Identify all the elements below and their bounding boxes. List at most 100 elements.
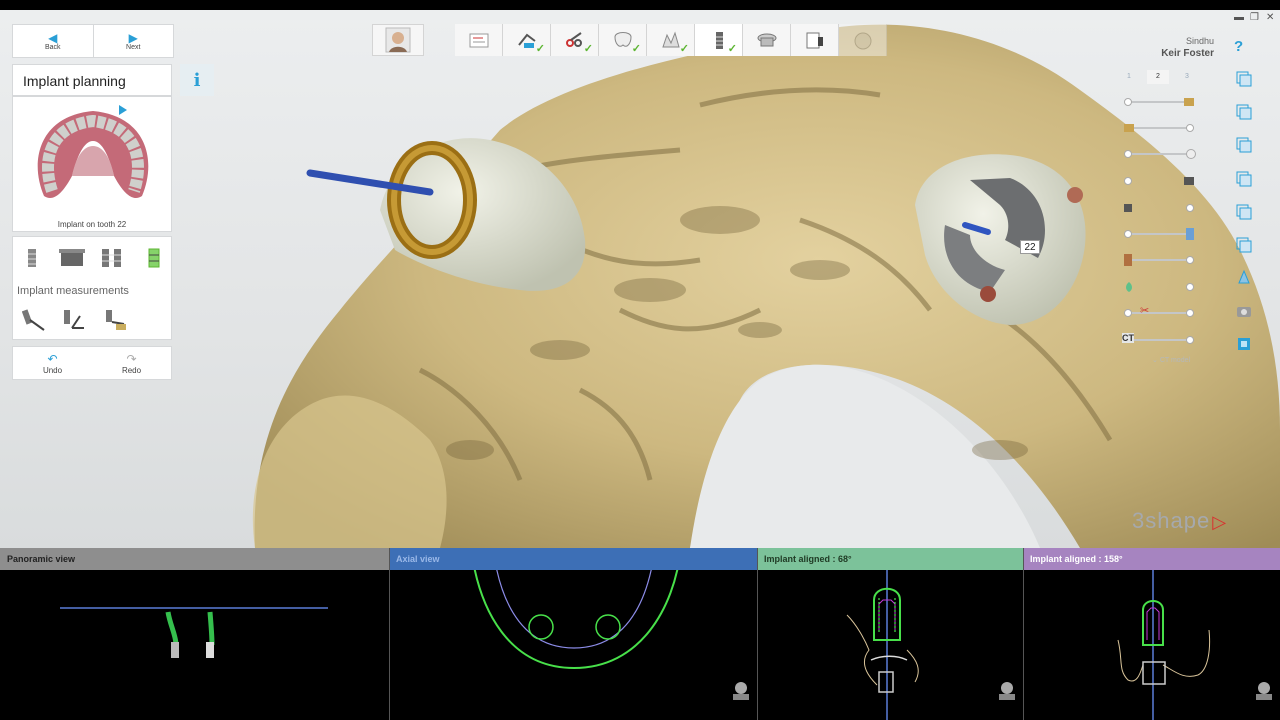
implant-aligned-158-title: Implant aligned : 158° — [1030, 554, 1123, 564]
axial-view-title: Axial view — [396, 554, 440, 564]
next-label: Next — [126, 43, 141, 51]
panoramic-view-header[interactable]: Panoramic view — [0, 548, 389, 570]
implant-select-icon[interactable] — [19, 245, 45, 271]
redo-button[interactable]: ↷ Redo — [92, 347, 171, 379]
minimize-icon[interactable]: ▬ — [1234, 12, 1244, 23]
chevron-down-icon: ⌄ — [1152, 357, 1158, 364]
info-button[interactable]: i — [180, 64, 214, 96]
slider-guide[interactable] — [1122, 227, 1198, 241]
scissors-icon: ✂ — [1140, 305, 1150, 317]
patient-face-icon — [385, 27, 411, 53]
slider-gum[interactable] — [1122, 174, 1198, 188]
gum-icon — [1184, 177, 1194, 185]
slider-nerve[interactable] — [1122, 280, 1198, 294]
ct-label: CT — [1122, 333, 1134, 343]
slider-crown[interactable] — [1122, 147, 1198, 161]
axial-orientation-icon[interactable] — [733, 682, 749, 700]
panel-title: Implant planning — [12, 64, 172, 96]
distance-measure-icon[interactable] — [21, 307, 47, 333]
back-button[interactable]: ◀ Back — [13, 25, 93, 57]
slider-cut[interactable]: ✂ — [1122, 305, 1198, 320]
wizard-navigation: ◀ Back ▶ Next — [12, 24, 174, 58]
sleeve-icon — [1124, 204, 1132, 212]
implant-measurements-label: Implant measurements — [17, 285, 129, 297]
axial-view[interactable] — [389, 570, 757, 720]
patient-name: Keir Foster — [1161, 48, 1214, 59]
angle-measure-icon[interactable] — [61, 307, 87, 333]
page-tab-3[interactable]: 3 — [1176, 70, 1198, 84]
ct-model-toggle[interactable]: ⌄ CT model — [1152, 356, 1190, 364]
back-label: Back — [44, 43, 61, 51]
implant-aligned-158-view[interactable] — [1023, 570, 1280, 720]
view-front-icon[interactable] — [1235, 70, 1253, 88]
workflow-step-3[interactable]: ✓ — [551, 24, 599, 56]
prescription-icon — [469, 33, 488, 48]
slider-implant[interactable] — [1122, 95, 1198, 109]
next-button[interactable]: ▶ Next — [92, 25, 174, 57]
undo-redo-card: ↶ Undo ↷ Redo — [12, 346, 172, 380]
bone-model-icon — [1124, 254, 1132, 266]
workflow-step-1[interactable] — [455, 24, 503, 56]
workflow-toolbar: ✓ ✓ ✓ ✓ ✓ — [455, 24, 887, 56]
view-back-icon[interactable] — [1235, 103, 1253, 121]
bone-measure-icon[interactable] — [103, 307, 129, 333]
window-top-strip — [0, 0, 1280, 10]
implant-aligned-68-title: Implant aligned : 68° — [764, 554, 852, 564]
restore-icon[interactable]: ❐ — [1250, 12, 1259, 23]
implant-highlight-icon[interactable] — [141, 245, 167, 271]
slider-abutment[interactable] — [1122, 121, 1198, 135]
aligned-158-orientation-icon[interactable] — [1256, 682, 1272, 700]
implant-model-icon — [1184, 98, 1194, 106]
axial-view-header[interactable]: Axial view — [389, 548, 757, 570]
jaw-thumbnail[interactable] — [14, 101, 172, 211]
redo-icon: ↷ — [126, 351, 137, 366]
checkmark-icon: ✓ — [535, 43, 545, 55]
thumbnail-arrow-icon[interactable] — [119, 105, 127, 115]
drill-report-icon — [806, 32, 823, 49]
view-top-icon[interactable] — [1235, 203, 1253, 221]
multi-implant-icon[interactable] — [99, 245, 125, 271]
panoramic-view[interactable] — [0, 570, 389, 720]
checkmark-icon: ✓ — [727, 43, 737, 55]
help-button[interactable]: ? — [1234, 38, 1243, 55]
arrow-left-icon: ◀ — [48, 30, 58, 45]
view-bottom-icon[interactable] — [1235, 236, 1253, 254]
tooth-number-badge: 22 — [1020, 240, 1040, 254]
workflow-step-7[interactable] — [743, 24, 791, 56]
view-divider — [389, 548, 390, 720]
jaw-thumbnail-card[interactable]: Implant on tooth 22 — [12, 96, 172, 232]
workflow-step-4[interactable]: ✓ — [599, 24, 647, 56]
workflow-step-6[interactable]: ✓ — [695, 24, 743, 56]
camera-icon[interactable] — [1235, 302, 1253, 320]
checkmark-icon: ✓ — [679, 43, 689, 55]
implant-aligned-68-view[interactable] — [757, 570, 1023, 720]
aligned-68-orientation-icon[interactable] — [999, 682, 1015, 700]
layers-icon[interactable] — [1235, 335, 1253, 353]
slider-sleeve[interactable] — [1122, 201, 1198, 215]
ct-model-caption: CT model — [1159, 357, 1191, 364]
page-tab-2[interactable]: 2 — [1147, 70, 1169, 84]
brand-triangle-icon: ▷ — [1212, 512, 1228, 532]
view-left-icon[interactable] — [1235, 136, 1253, 154]
close-icon[interactable]: ✕ — [1266, 12, 1274, 23]
slider-ct[interactable]: CT — [1122, 333, 1198, 347]
checkmark-icon: ✓ — [631, 43, 641, 55]
undo-button[interactable]: ↶ Undo — [13, 347, 92, 379]
implant-aligned-158-header[interactable]: Implant aligned : 158° — [1023, 548, 1280, 570]
abutment-icon[interactable] — [59, 245, 85, 271]
view-divider — [757, 548, 758, 720]
workflow-step-2[interactable]: ✓ — [503, 24, 551, 56]
screenshot-icon[interactable] — [1235, 268, 1253, 286]
abutment-model-icon — [1124, 124, 1134, 132]
patient-photo-button[interactable] — [372, 24, 424, 56]
workflow-step-8[interactable] — [791, 24, 839, 56]
guide-icon — [757, 33, 776, 47]
workflow-step-5[interactable]: ✓ — [647, 24, 695, 56]
slider-bone[interactable] — [1122, 253, 1198, 267]
cross-section-views: Panoramic view Axial view Implant aligne… — [0, 548, 1280, 720]
page-tab-1[interactable]: 1 — [1118, 70, 1140, 84]
workflow-step-9[interactable] — [839, 24, 887, 56]
view-right-icon[interactable] — [1235, 170, 1253, 188]
implant-aligned-68-header[interactable]: Implant aligned : 68° — [757, 548, 1023, 570]
redo-label: Redo — [121, 365, 142, 375]
